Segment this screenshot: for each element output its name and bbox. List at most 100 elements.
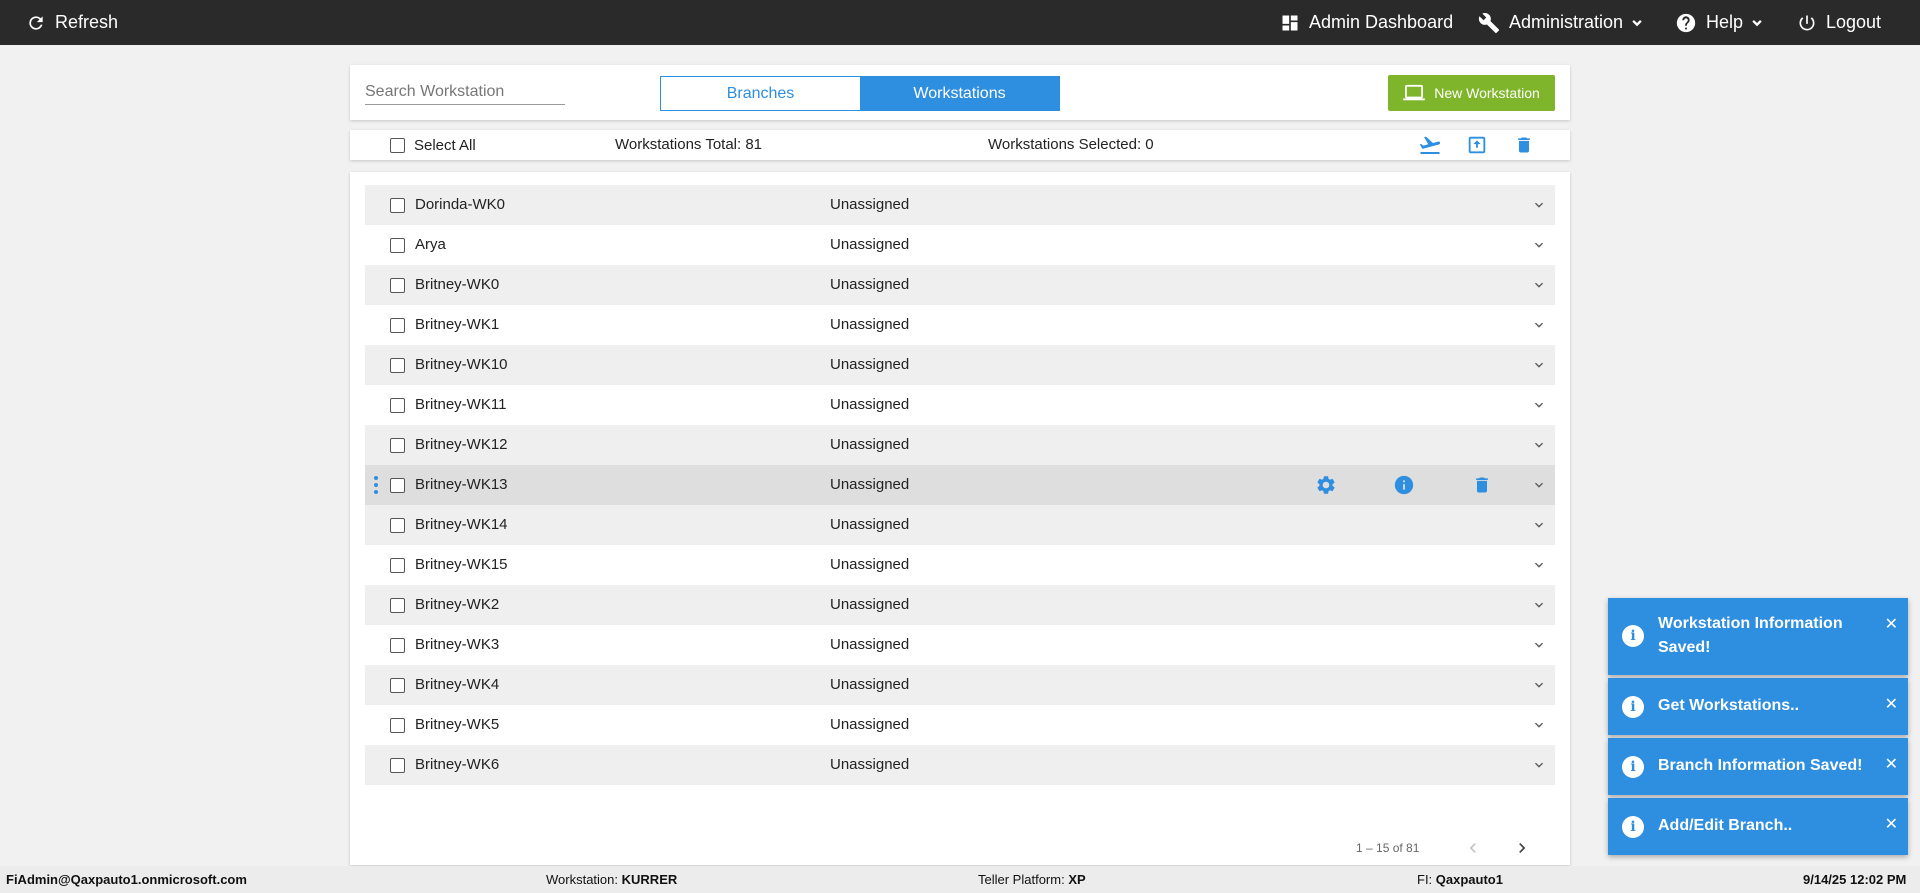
- help-menu[interactable]: Help: [1675, 0, 1765, 45]
- workstation-status: Unassigned: [830, 596, 910, 613]
- close-icon[interactable]: ✕: [1885, 814, 1898, 834]
- new-workstation-button[interactable]: New Workstation: [1388, 75, 1555, 111]
- workstation-name: Britney-WK12: [415, 436, 508, 453]
- toast-notification[interactable]: i Branch Information Saved! ✕: [1608, 738, 1908, 795]
- table-row[interactable]: Britney-WK4 Unassigned: [365, 665, 1555, 705]
- table-row[interactable]: Britney-WK12 Unassigned: [365, 425, 1555, 465]
- toast-notification[interactable]: i Workstation Information Saved! ✕: [1608, 598, 1908, 675]
- admin-dashboard-link[interactable]: Admin Dashboard: [1280, 0, 1453, 45]
- chevron-down-icon: [1752, 19, 1762, 26]
- table-row[interactable]: Britney-WK10 Unassigned: [365, 345, 1555, 385]
- expand-row-button[interactable]: [1531, 597, 1547, 613]
- previous-page-button[interactable]: [1461, 836, 1485, 860]
- chevron-down-icon: [1535, 562, 1543, 568]
- refresh-icon: [29, 15, 43, 30]
- row-checkbox[interactable]: [390, 238, 405, 253]
- current-datetime: 9/14/25 12:02 PM: [1803, 872, 1907, 887]
- refresh-button[interactable]: Refresh: [26, 0, 118, 45]
- upload-icon: [1468, 136, 1486, 154]
- row-settings-button[interactable]: [1315, 474, 1337, 496]
- next-page-button[interactable]: [1510, 836, 1534, 860]
- workstation-name: Britney-WK13: [415, 476, 508, 493]
- workstation-status: Unassigned: [830, 676, 910, 693]
- administration-label: Administration: [1509, 12, 1624, 32]
- table-row[interactable]: Britney-WK14 Unassigned: [365, 505, 1555, 545]
- row-checkbox[interactable]: [390, 438, 405, 453]
- select-all-label: Select All: [414, 137, 476, 154]
- expand-row-button[interactable]: [1531, 237, 1547, 253]
- expand-row-button[interactable]: [1531, 317, 1547, 333]
- chevron-down-icon: [1535, 242, 1543, 248]
- toast-notification[interactable]: i Get Workstations.. ✕: [1608, 678, 1908, 735]
- search-input[interactable]: [365, 79, 565, 105]
- table-row[interactable]: Britney-WK15 Unassigned: [365, 545, 1555, 585]
- row-checkbox[interactable]: [390, 318, 405, 333]
- tab-workstations[interactable]: Workstations: [860, 77, 1059, 110]
- table-row[interactable]: Britney-WK2 Unassigned: [365, 585, 1555, 625]
- expand-row-button[interactable]: [1531, 677, 1547, 693]
- expand-row-button[interactable]: [1531, 277, 1547, 293]
- expand-row-button[interactable]: [1531, 397, 1547, 413]
- logout-label: Logout: [1826, 12, 1882, 32]
- logout-button[interactable]: Logout: [1797, 0, 1881, 45]
- row-checkbox[interactable]: [390, 478, 405, 493]
- workstation-status: Unassigned: [830, 636, 910, 653]
- upload-button[interactable]: [1465, 133, 1489, 157]
- workstation-status: Unassigned: [830, 236, 910, 253]
- table-row[interactable]: Britney-WK3 Unassigned: [365, 625, 1555, 665]
- assign-branch-button[interactable]: [1418, 133, 1442, 157]
- table-row[interactable]: Britney-WK13 Unassigned: [365, 465, 1555, 505]
- expand-row-button[interactable]: [1531, 197, 1547, 213]
- row-checkbox[interactable]: [390, 398, 405, 413]
- workstation-name: Britney-WK5: [415, 716, 500, 733]
- table-row[interactable]: Britney-WK5 Unassigned: [365, 705, 1555, 745]
- laptop-icon: [1403, 84, 1426, 101]
- expand-row-button[interactable]: [1531, 357, 1547, 373]
- workstation-name: Britney-WK3: [415, 636, 500, 653]
- row-checkbox[interactable]: [390, 718, 405, 733]
- expand-row-button[interactable]: [1531, 477, 1547, 493]
- row-delete-button[interactable]: [1471, 474, 1493, 496]
- row-checkbox[interactable]: [390, 558, 405, 573]
- current-user: FiAdmin@Qaxpauto1.onmicrosoft.com: [6, 872, 247, 887]
- row-checkbox[interactable]: [390, 198, 405, 213]
- table-row[interactable]: Arya Unassigned: [365, 225, 1555, 265]
- workstation-name: Britney-WK10: [415, 356, 508, 373]
- table-row[interactable]: Britney-WK1 Unassigned: [365, 305, 1555, 345]
- table-row[interactable]: Dorinda-WK0 Unassigned: [365, 185, 1555, 225]
- expand-row-button[interactable]: [1531, 757, 1547, 773]
- row-checkbox[interactable]: [390, 638, 405, 653]
- row-checkbox[interactable]: [390, 678, 405, 693]
- table-row[interactable]: Britney-WK0 Unassigned: [365, 265, 1555, 305]
- gear-icon: [1317, 476, 1335, 494]
- expand-row-button[interactable]: [1531, 637, 1547, 653]
- toast-message: Workstation Information Saved!: [1658, 615, 1843, 656]
- close-icon[interactable]: ✕: [1885, 694, 1898, 714]
- workstation-name: Britney-WK4: [415, 676, 500, 693]
- expand-row-button[interactable]: [1531, 517, 1547, 533]
- row-checkbox[interactable]: [390, 518, 405, 533]
- chevron-down-icon: [1535, 522, 1543, 528]
- delete-selected-button[interactable]: [1512, 133, 1536, 157]
- tab-branches[interactable]: Branches: [661, 77, 860, 110]
- row-checkbox[interactable]: [390, 278, 405, 293]
- expand-row-button[interactable]: [1531, 557, 1547, 573]
- chevron-down-icon: [1535, 202, 1543, 208]
- administration-menu[interactable]: Administration: [1478, 0, 1645, 45]
- select-all-checkbox[interactable]: [390, 138, 405, 153]
- chevron-down-icon: [1535, 322, 1543, 328]
- toast-notification[interactable]: i Add/Edit Branch.. ✕: [1608, 798, 1908, 855]
- row-checkbox[interactable]: [390, 758, 405, 773]
- workstation-status: Unassigned: [830, 436, 910, 453]
- expand-row-button[interactable]: [1531, 437, 1547, 453]
- toast-message: Add/Edit Branch..: [1658, 817, 1793, 834]
- close-icon[interactable]: ✕: [1885, 754, 1898, 774]
- table-row[interactable]: Britney-WK11 Unassigned: [365, 385, 1555, 425]
- table-row[interactable]: Britney-WK6 Unassigned: [365, 745, 1555, 785]
- row-checkbox[interactable]: [390, 358, 405, 373]
- close-icon[interactable]: ✕: [1885, 614, 1898, 634]
- row-info-button[interactable]: [1393, 474, 1415, 496]
- drag-handle[interactable]: [373, 476, 379, 494]
- row-checkbox[interactable]: [390, 598, 405, 613]
- expand-row-button[interactable]: [1531, 717, 1547, 733]
